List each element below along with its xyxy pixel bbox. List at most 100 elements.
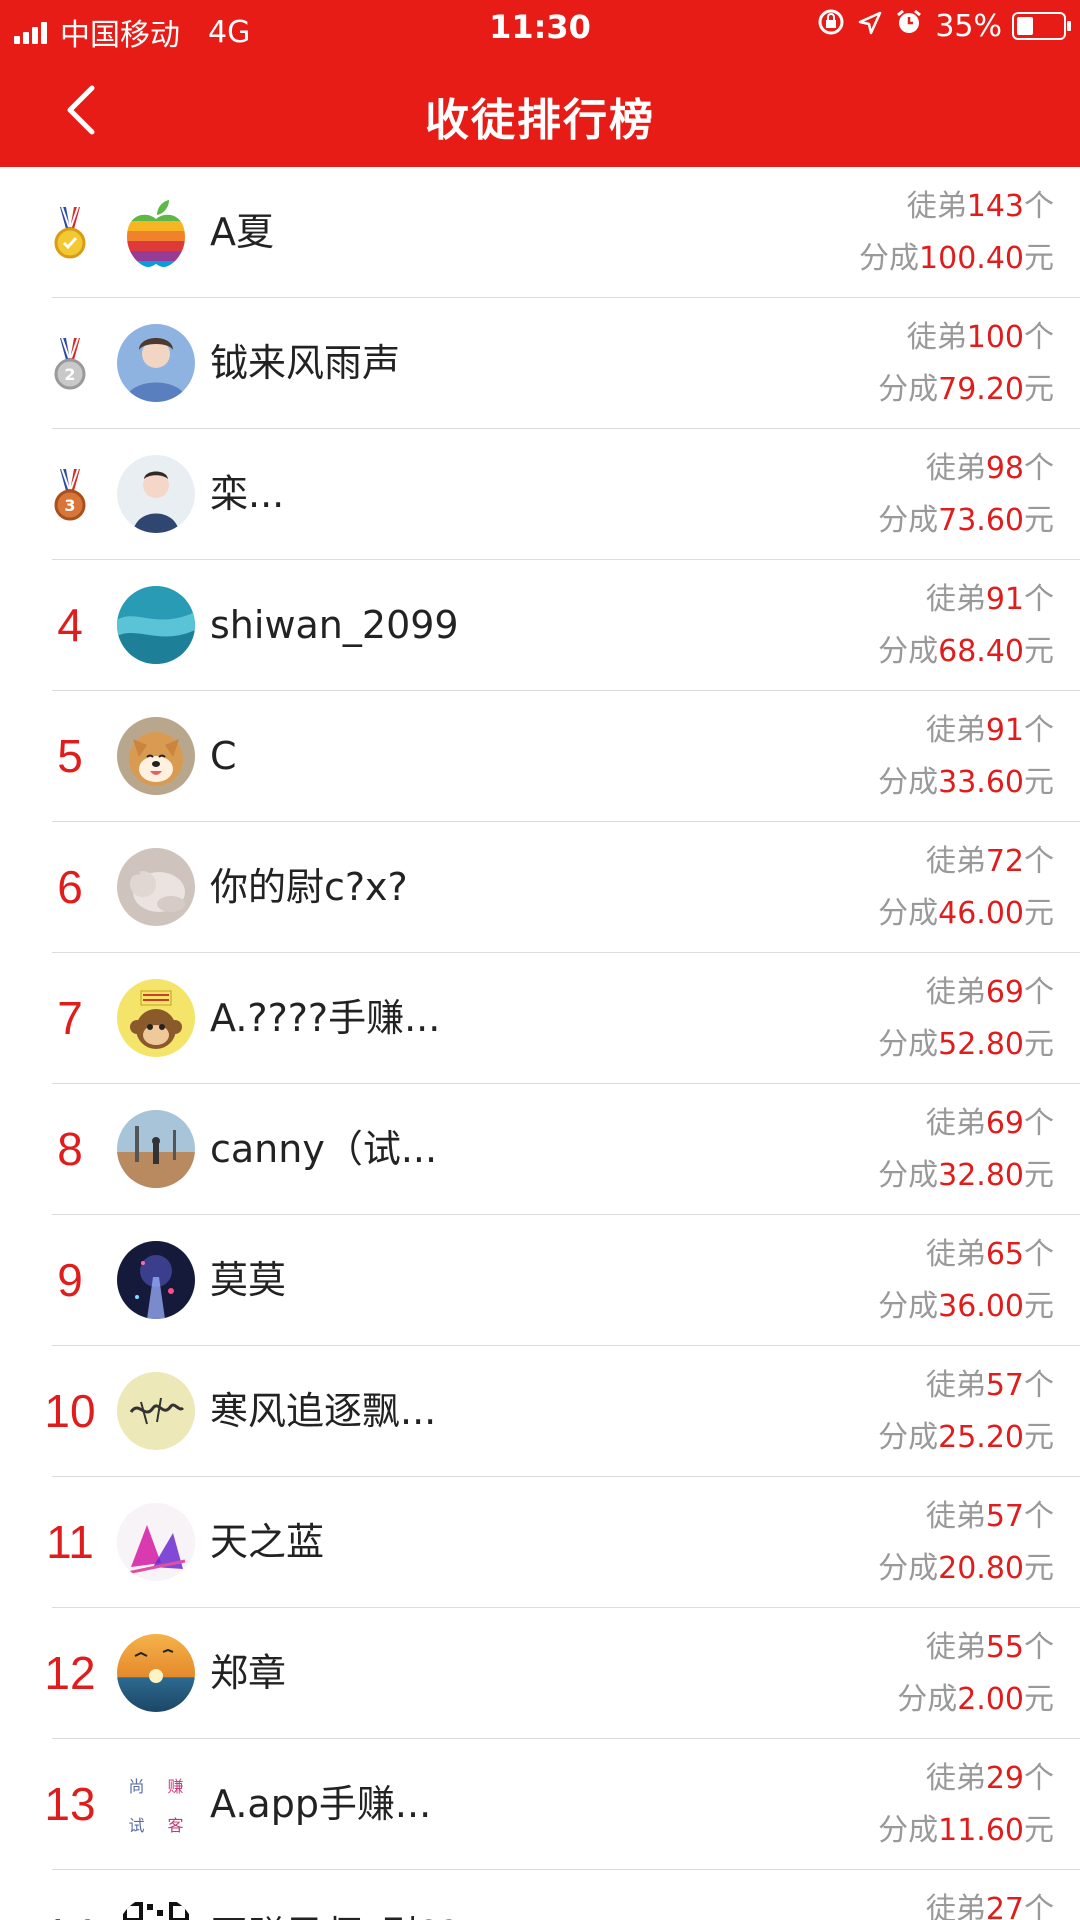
disciples-line: 徒弟91个 bbox=[878, 574, 1054, 626]
share-line: 分成73.60元 bbox=[878, 495, 1054, 547]
list-item[interactable]: 14网赚导师_尉??徒弟27个 bbox=[44, 1870, 1080, 1920]
disciples-count: 98 bbox=[985, 451, 1024, 486]
share-amount: 73.60 bbox=[938, 503, 1024, 538]
share-line: 分成20.80元 bbox=[878, 1543, 1054, 1595]
share-unit: 元 bbox=[1024, 1158, 1054, 1193]
user-name: 莫莫 bbox=[210, 1258, 287, 1302]
list-item[interactable]: 11 天之蓝 徒弟57个 分成20.80元 bbox=[46, 1477, 1080, 1608]
share-line: 分成79.20元 bbox=[878, 364, 1054, 416]
avatar-logo-text: 客 bbox=[167, 1815, 184, 1835]
rotation-lock-icon bbox=[817, 8, 845, 44]
calligraphy-avatar bbox=[117, 1372, 195, 1450]
disciples-line: 徒弟98个 bbox=[878, 443, 1054, 495]
disciples-label: 徒弟 bbox=[906, 189, 967, 224]
navigation-bar: 收徒排行榜 bbox=[0, 54, 1080, 167]
share-amount: 36.00 bbox=[938, 1289, 1024, 1324]
share-label: 分成 bbox=[878, 372, 939, 407]
disciples-line: 徒弟57个 bbox=[878, 1491, 1054, 1543]
user-stats: 徒弟100个 分成79.20元 bbox=[878, 312, 1054, 416]
list-item[interactable]: 5 C 徒弟91个 分成33.60元 bbox=[52, 691, 1080, 822]
disciples-count: 143 bbox=[966, 189, 1024, 224]
list-item[interactable]: 4 shiwan_2099 徒弟91个 分成68.40元 bbox=[52, 560, 1080, 691]
sunset-sea-avatar bbox=[117, 1634, 195, 1712]
night-glow-avatar bbox=[117, 1241, 195, 1319]
share-unit: 元 bbox=[1024, 503, 1054, 538]
share-unit: 元 bbox=[1024, 1813, 1054, 1848]
share-unit: 元 bbox=[1024, 241, 1054, 276]
list-item[interactable]: 2 钺来风雨声 徒弟100个 分成79.20元 bbox=[52, 298, 1080, 429]
share-label: 分成 bbox=[878, 1813, 939, 1848]
disciples-unit: 个 bbox=[1024, 451, 1054, 486]
user-stats: 徒弟29个 分成11.60元 bbox=[878, 1753, 1054, 1857]
disciples-line: 徒弟29个 bbox=[878, 1753, 1054, 1805]
share-line: 分成11.60元 bbox=[878, 1805, 1054, 1857]
list-item[interactable]: 3 栾... 徒弟98个 分成73.60元 bbox=[52, 429, 1080, 560]
share-unit: 元 bbox=[1024, 1551, 1054, 1586]
disciples-count: 57 bbox=[985, 1499, 1024, 1534]
share-unit: 元 bbox=[1024, 1289, 1054, 1324]
disciples-count: 100 bbox=[966, 320, 1024, 355]
user-name: 你的尉c?x? bbox=[210, 865, 408, 909]
list-item[interactable]: A夏 徒弟143个 分成100.40元 bbox=[52, 167, 1080, 298]
disciples-label: 徒弟 bbox=[925, 1106, 986, 1141]
disciples-unit: 个 bbox=[1024, 844, 1054, 879]
user-stats: 徒弟57个 分成25.20元 bbox=[878, 1360, 1054, 1464]
user-stats: 徒弟91个 分成68.40元 bbox=[878, 574, 1054, 678]
list-item[interactable]: 6 你的尉c?x? 徒弟72个 分成46.00元 bbox=[52, 822, 1080, 953]
location-arrow-icon bbox=[857, 9, 883, 44]
disciples-label: 徒弟 bbox=[925, 1892, 986, 1920]
user-name: canny（试... bbox=[210, 1127, 438, 1171]
disciples-line: 徒弟91个 bbox=[878, 705, 1054, 757]
disciples-unit: 个 bbox=[1024, 1237, 1054, 1272]
share-amount: 11.60 bbox=[938, 1813, 1024, 1848]
list-item[interactable]: 13 尚赚试客 A.app手赚... 徒弟29个 分成11.60元 bbox=[44, 1739, 1080, 1870]
disciples-label: 徒弟 bbox=[925, 975, 986, 1010]
disciples-line: 徒弟100个 bbox=[878, 312, 1054, 364]
share-amount: 46.00 bbox=[938, 896, 1024, 931]
list-item[interactable]: 10 寒风追逐飘... 徒弟57个 分成25.20元 bbox=[44, 1346, 1080, 1477]
disciples-unit: 个 bbox=[1024, 1499, 1054, 1534]
shiba-dog-avatar bbox=[117, 717, 195, 795]
user-stats: 徒弟69个分成52.80元 bbox=[878, 967, 1054, 1071]
user-name: 寒风追逐飘... bbox=[210, 1389, 437, 1433]
disciples-count: 69 bbox=[985, 975, 1024, 1010]
disciples-label: 徒弟 bbox=[925, 1499, 986, 1534]
avatar-logo-text: 尚 bbox=[128, 1776, 145, 1796]
share-unit: 元 bbox=[1024, 1027, 1054, 1062]
status-bar: 中国移动 4G 11:30 35% bbox=[0, 0, 1080, 54]
page-title: 收徒排行榜 bbox=[425, 95, 655, 146]
list-item[interactable]: 8 canny（试... 徒弟69个 分成32.80元 bbox=[52, 1084, 1080, 1215]
person-photo-avatar bbox=[117, 324, 195, 402]
share-label: 分成 bbox=[878, 1289, 939, 1324]
list-item[interactable]: 7 A.????手赚... 徒弟69个 分成52.80元 bbox=[52, 953, 1080, 1084]
avatar-logo-text: 赚 bbox=[167, 1776, 184, 1796]
disciples-unit: 个 bbox=[1024, 975, 1054, 1010]
share-line: 分成36.00元 bbox=[878, 1281, 1054, 1333]
disciples-line: 徒弟57个 bbox=[878, 1360, 1054, 1412]
disciples-label: 徒弟 bbox=[925, 1368, 986, 1403]
text-logo-avatar: 尚 赚试 客 bbox=[117, 1765, 195, 1843]
status-right: 35% bbox=[805, 8, 1071, 44]
disciples-unit: 个 bbox=[1024, 1630, 1054, 1665]
disciples-unit: 个 bbox=[1024, 582, 1054, 617]
share-line: 分成52.80元 bbox=[878, 1019, 1054, 1071]
alarm-clock-icon bbox=[895, 8, 923, 44]
disciples-count: 72 bbox=[985, 844, 1024, 879]
list-item[interactable]: 12 郑章 徒弟55个 分成2.00元 bbox=[44, 1608, 1080, 1739]
user-name: 栾... bbox=[210, 472, 285, 516]
share-label: 分成 bbox=[878, 765, 939, 800]
share-line: 分成68.40元 bbox=[878, 626, 1054, 678]
disciples-label: 徒弟 bbox=[906, 320, 967, 355]
share-amount: 25.20 bbox=[938, 1420, 1024, 1455]
disciples-count: 91 bbox=[985, 713, 1024, 748]
disciples-line: 徒弟69个 bbox=[878, 1098, 1054, 1150]
share-line: 分成100.40元 bbox=[859, 233, 1054, 285]
user-stats: 徒弟55个 分成2.00元 bbox=[897, 1622, 1054, 1726]
monkey-cartoon-avatar bbox=[117, 979, 195, 1057]
disciples-label: 徒弟 bbox=[925, 1630, 986, 1665]
share-amount: 79.20 bbox=[938, 372, 1024, 407]
list-item[interactable]: 9 莫莫 徒弟65个 分成36.00元 bbox=[52, 1215, 1080, 1346]
user-stats: 徒弟98个 分成73.60元 bbox=[878, 443, 1054, 547]
share-label: 分成 bbox=[878, 1420, 939, 1455]
share-line: 分成25.20元 bbox=[878, 1412, 1054, 1464]
